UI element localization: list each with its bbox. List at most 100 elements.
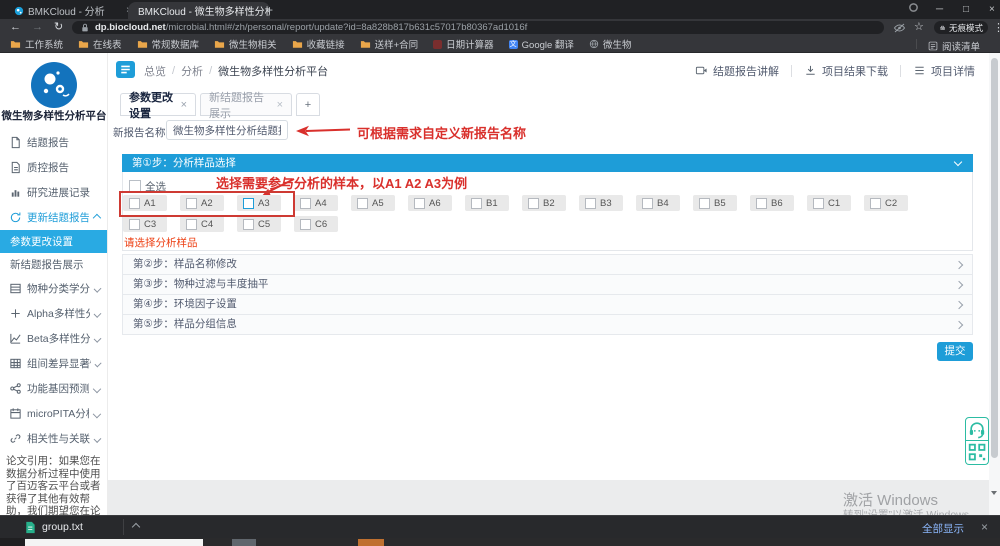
sample-checkbox-a1[interactable]: A1 <box>123 195 167 211</box>
browser-tab-2[interactable]: BMKCloud - 微生物多样性分析 × <box>128 2 270 19</box>
step5-header[interactable]: 第⑤步：样品分组信息 <box>122 315 973 335</box>
sidebar-item-taxonomy[interactable]: 物种分类学分析 <box>0 276 107 301</box>
collapse-menu-button[interactable] <box>116 61 135 78</box>
sample-checkbox-b2[interactable]: B2 <box>522 195 566 211</box>
browser-tab-1[interactable]: BMKCloud - 分析 × <box>8 2 138 19</box>
project-download-button[interactable]: 项目结果下载 <box>804 63 888 79</box>
bookmark-item[interactable]: 日期计算器 <box>433 37 494 51</box>
profile-icon[interactable] <box>908 2 919 18</box>
sidebar-subitem-new-report[interactable]: 新结题报告展示 <box>0 253 107 276</box>
download-item[interactable]: group.txt <box>24 519 139 535</box>
sample-checkbox-a5[interactable]: A5 <box>351 195 395 211</box>
checkbox-icon[interactable] <box>129 198 140 209</box>
bookmark-item[interactable]: 文Google 翻译 <box>509 37 574 51</box>
sample-checkbox-c3[interactable]: C3 <box>123 216 167 232</box>
checkbox-icon[interactable] <box>186 219 197 230</box>
forward-icon[interactable]: → <box>32 19 43 36</box>
sidebar-item-micropita[interactable]: microPITA分析 <box>0 401 107 426</box>
sample-checkbox-a3[interactable]: A3 <box>237 195 281 211</box>
reading-list-button[interactable]: 阅读清单 <box>928 39 980 53</box>
scrollbar-down-arrow[interactable] <box>991 491 997 495</box>
sidebar-item-diff-analysis[interactable]: 组间差异显著性分析 <box>0 351 107 376</box>
checkbox-icon[interactable] <box>357 198 368 209</box>
select-all-checkbox[interactable] <box>129 180 141 192</box>
sample-checkbox-c2[interactable]: C2 <box>864 195 908 211</box>
bookmark-item[interactable]: 微生物相关 <box>214 37 277 51</box>
eye-off-icon[interactable] <box>893 22 906 34</box>
sidebar-item-gene-prediction[interactable]: 功能基因预测 <box>0 376 107 401</box>
checkbox-icon[interactable] <box>528 198 539 209</box>
sample-checkbox-a6[interactable]: A6 <box>408 195 452 211</box>
step1-header[interactable]: 第①步：分析样品选择 <box>122 154 973 172</box>
bookmark-star-icon[interactable]: ☆ <box>914 19 924 36</box>
report-explain-button[interactable]: 结题报告讲解 <box>695 63 779 79</box>
sample-checkbox-a4[interactable]: A4 <box>294 195 338 211</box>
taskbar-app-orange[interactable] <box>358 539 384 546</box>
chevron-up-icon[interactable] <box>132 523 140 531</box>
step3-header[interactable]: 第③步：物种过滤与丰度抽平 <box>122 275 973 295</box>
bookmark-item[interactable]: 送样+合同 <box>360 37 419 51</box>
taskbar-start-area[interactable] <box>0 538 25 546</box>
tab-close-icon[interactable]: × <box>181 99 187 111</box>
checkbox-icon[interactable] <box>756 198 767 209</box>
window-close-button[interactable]: × <box>989 2 995 17</box>
sidebar-item-update-report[interactable]: 更新结题报告 <box>0 205 107 230</box>
checkbox-icon[interactable] <box>186 198 197 209</box>
taskbar-app-gray[interactable] <box>232 539 256 546</box>
bookmark-item[interactable]: 微生物 <box>589 37 632 51</box>
checkbox-icon[interactable] <box>300 198 311 209</box>
back-icon[interactable]: ← <box>10 19 21 36</box>
scrollbar-thumb[interactable] <box>991 58 998 458</box>
qr-code-button[interactable] <box>965 441 989 465</box>
sample-checkbox-c4[interactable]: C4 <box>180 216 224 232</box>
report-name-input[interactable] <box>166 120 288 140</box>
bookmark-item[interactable]: 工作系统 <box>10 37 63 51</box>
checkbox-icon[interactable] <box>642 198 653 209</box>
refresh-icon[interactable]: ↻ <box>54 19 63 36</box>
sample-checkbox-b4[interactable]: B4 <box>636 195 680 211</box>
sample-checkbox-b5[interactable]: B5 <box>693 195 737 211</box>
checkbox-icon[interactable] <box>243 219 254 230</box>
browser-menu-icon[interactable]: ⋮ <box>993 20 1000 37</box>
url-bar[interactable]: dp.biocloud.net/microbial.html#/zh/perso… <box>72 21 884 34</box>
sample-checkbox-a2[interactable]: A2 <box>180 195 224 211</box>
submit-button[interactable]: 提交 <box>937 342 973 361</box>
window-minimize-button[interactable]: ─ <box>936 2 943 17</box>
step2-header[interactable]: 第②步：样品名称修改 <box>122 254 973 275</box>
bookmark-item[interactable]: 收藏链接 <box>292 37 345 51</box>
window-maximize-button[interactable]: □ <box>963 2 969 17</box>
sample-checkbox-b3[interactable]: B3 <box>579 195 623 211</box>
checkbox-icon[interactable] <box>414 198 425 209</box>
project-detail-button[interactable]: 项目详情 <box>913 63 975 79</box>
add-tab-button[interactable]: + <box>296 93 320 116</box>
show-all-downloads-button[interactable]: 全部显示 <box>922 521 964 536</box>
tab-new-report[interactable]: 新结题报告展示× <box>200 93 292 116</box>
tab-param-settings[interactable]: 参数更改设置× <box>120 93 196 116</box>
sidebar-item-alpha[interactable]: Alpha多样性分析 <box>0 301 107 326</box>
checkbox-icon[interactable] <box>471 198 482 209</box>
step4-header[interactable]: 第④步：环境因子设置 <box>122 295 973 315</box>
close-shelf-icon[interactable]: × <box>981 520 988 534</box>
checkbox-icon[interactable] <box>870 198 881 209</box>
sample-checkbox-b1[interactable]: B1 <box>465 195 509 211</box>
sidebar-item-qc-report[interactable]: 质控报告 <box>0 155 107 180</box>
sample-checkbox-c6[interactable]: C6 <box>294 216 338 232</box>
sidebar-item-correlation[interactable]: 相关性与关联分析 <box>0 426 107 451</box>
bookmark-item[interactable]: 常规数据库 <box>137 37 200 51</box>
checkbox-icon[interactable] <box>585 198 596 209</box>
bookmark-item[interactable]: 在线表 <box>78 37 122 51</box>
checkbox-icon[interactable] <box>300 219 311 230</box>
breadcrumb-item[interactable]: 总览 <box>144 63 166 79</box>
page-scrollbar[interactable] <box>989 53 1000 515</box>
sidebar-item-beta[interactable]: Beta多样性分析 <box>0 326 107 351</box>
taskbar-window-preview[interactable] <box>25 539 203 546</box>
sample-checkbox-b6[interactable]: B6 <box>750 195 794 211</box>
sample-checkbox-c1[interactable]: C1 <box>807 195 851 211</box>
incognito-badge[interactable]: 无痕模式 <box>934 21 988 34</box>
sidebar-item-progress[interactable]: 研究进展记录 <box>0 180 107 205</box>
sample-checkbox-c5[interactable]: C5 <box>237 216 281 232</box>
new-tab-button[interactable]: + <box>266 3 273 17</box>
checkbox-icon[interactable] <box>699 198 710 209</box>
checkbox-icon[interactable] <box>129 219 140 230</box>
tab-close-icon[interactable]: × <box>277 99 283 111</box>
